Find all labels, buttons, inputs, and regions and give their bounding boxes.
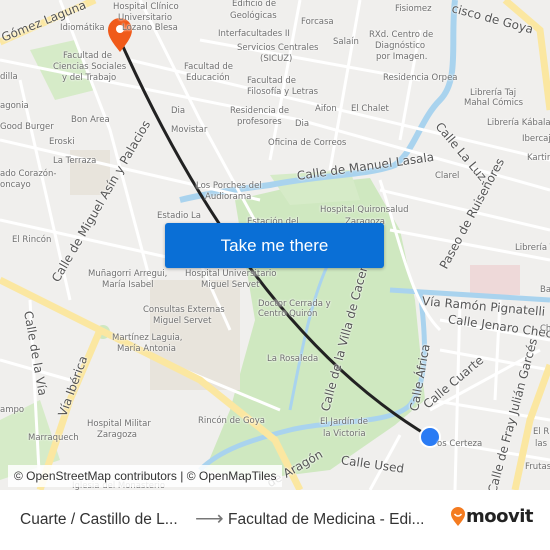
place-label: María Isabel — [102, 280, 154, 290]
place-label: Residencia Orpea — [383, 73, 458, 83]
place-label: Los Porches del — [196, 181, 262, 191]
destination-stop-name: Facultad de Medicina - Edi... — [228, 511, 425, 528]
place-label: profesores — [237, 117, 282, 127]
place-label: Hospital Militar — [87, 419, 151, 429]
origin-stop-name: Cuarte / Castillo de L... — [20, 511, 178, 528]
place-label: Lozano Blesa — [122, 23, 178, 33]
place-label: Marraquech — [28, 433, 79, 443]
place-label: agonia — [0, 101, 29, 111]
place-label: Edificio de — [232, 0, 277, 9]
place-label: Facultad de — [184, 62, 234, 72]
place-label: Facultad de — [63, 51, 113, 61]
place-label: oncayo — [0, 180, 31, 190]
place-label: ampo — [0, 405, 25, 415]
place-label: Diagnóstico — [375, 41, 426, 51]
place-label: Idiomátika — [60, 23, 105, 33]
place-label: El Rincón — [12, 235, 52, 245]
place-label: Bon Area — [71, 115, 110, 125]
place-label: Librería Kábala — [487, 118, 550, 128]
moovit-pin-icon — [451, 506, 465, 526]
arrow-right-icon: ⟶ — [195, 508, 224, 530]
place-label: El Chalet — [351, 104, 389, 114]
place-label: (SICUZ) — [260, 54, 293, 64]
place-label: Centro Quirón — [258, 309, 318, 319]
map[interactable]: Gómez Laguna Hospital Clínico Universitari… — [0, 0, 550, 490]
place-label: Clarel — [435, 171, 460, 181]
place-label: Dia — [171, 106, 186, 116]
place-label: Ch — [540, 324, 550, 334]
place-label: Educación — [186, 73, 230, 83]
place-label: Doctor Cerrada y — [258, 299, 331, 309]
place-label: Fisiomez — [395, 4, 432, 14]
place-label: dilla — [0, 72, 18, 82]
place-label: las F — [535, 439, 550, 449]
place-label: RXd. Centro de — [369, 30, 434, 40]
place-label: Mahal Cómics — [464, 98, 524, 108]
place-label: Estadio La — [157, 211, 201, 221]
place-label: La Terraza — [53, 156, 97, 166]
place-label: y del Trabajo — [62, 73, 117, 83]
place-label: Muñagorri Arregui, — [88, 269, 168, 279]
place-label: Dia — [295, 119, 310, 129]
place-label: Universitario — [118, 13, 173, 23]
place-label: Salaín — [333, 37, 359, 47]
place-label: Consultas Externas — [143, 305, 225, 315]
place-label: Ibercaja — [522, 134, 550, 144]
place-label: El Jardín de — [320, 417, 368, 427]
place-label: Miguel Servet — [153, 316, 212, 326]
place-label: Hospital Universitario — [185, 269, 277, 279]
place-label: Movistar — [171, 125, 208, 135]
place-label: Residencia de — [230, 106, 290, 116]
place-label: Eroski — [49, 137, 75, 147]
place-label: Miguel Servet — [201, 280, 260, 290]
place-label: ado Corazón- — [0, 169, 57, 179]
place-label: Zaragoza — [97, 430, 138, 440]
place-label: Kartin — [527, 153, 550, 163]
place-label: Oficina de Correos — [268, 138, 347, 148]
place-label: Audiorama — [205, 192, 252, 202]
take-me-there-button[interactable]: Take me there — [165, 223, 384, 268]
place-label: Ba — [540, 285, 550, 295]
place-label: Servicios Centrales — [237, 43, 319, 53]
place-label: la Victoria — [323, 429, 366, 439]
place-label: Frutas — [525, 462, 550, 472]
place-label: Interfacultades II — [218, 29, 290, 39]
place-label: Geológicas — [230, 11, 277, 21]
place-label: La Rosaleda — [267, 354, 319, 364]
place-label: por Imagen. — [376, 52, 428, 62]
route-footer: Cuarte / Castillo de L... ⟶ Facultad de … — [0, 490, 550, 550]
place-label: Librería Taj — [470, 88, 517, 98]
place-label: Martínez Laguia, — [112, 333, 183, 343]
place-label: Librería T — [515, 243, 550, 253]
moovit-logo[interactable]: moovit — [450, 506, 534, 527]
place-label: os Certeza — [437, 439, 483, 449]
map-attribution[interactable]: © OpenStreetMap contributors | © OpenMap… — [8, 465, 283, 487]
brand-name: moovit — [466, 506, 534, 527]
place-label: María Antonia — [117, 344, 177, 354]
place-label: Good Burger — [0, 122, 54, 132]
place-label: Rincón de Goya — [198, 416, 265, 426]
place-label: Facultad de — [247, 76, 297, 86]
place-label: Ciencias Sociales — [53, 62, 127, 72]
place-label: Hospital Quironsalud — [320, 205, 409, 215]
place-label: Forcasa — [301, 17, 334, 27]
place-label: Filosofía y Letras — [247, 87, 319, 97]
place-label: El Rin — [533, 427, 550, 437]
place-label: Hospital Clínico — [113, 2, 179, 12]
place-label: Aifon — [315, 104, 337, 114]
